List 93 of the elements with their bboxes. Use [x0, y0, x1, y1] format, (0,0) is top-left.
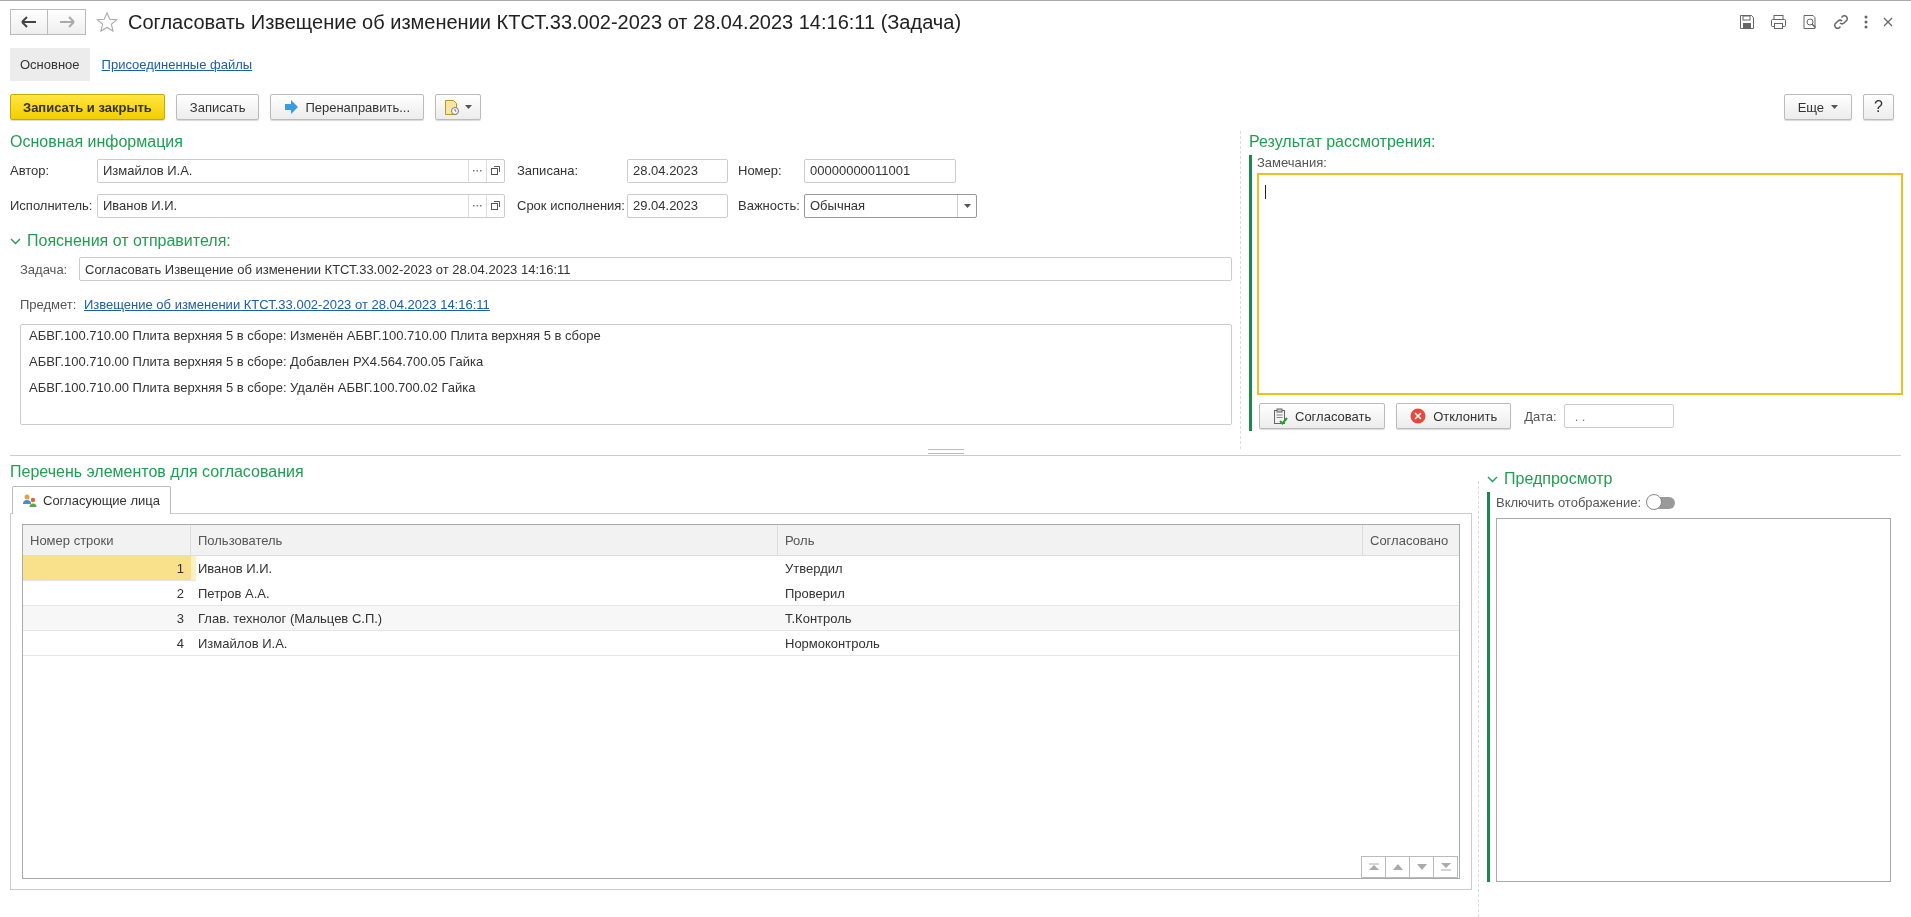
dropdown-field[interactable]: Обычная: [804, 193, 977, 218]
caret-icon: [465, 105, 473, 109]
toggle-switch[interactable]: [1647, 497, 1676, 509]
table-row[interactable]: 3 Глав. технолог (Мальцев С.П.) Т.Контроль: [23, 606, 1459, 631]
field-label: Замечания:: [1257, 155, 1328, 171]
star-icon[interactable]: [96, 11, 118, 33]
field-label: Задача:: [20, 261, 69, 277]
right-arrow-icon: [58, 16, 75, 28]
note-line: АБВГ.100.710.00 Плита верхняя 5 в сборе: Изменён АБВГ.100.710.00 Плита верхняя 5 в сборе: [29, 328, 602, 345]
form-tab[interactable]: Основное: [10, 47, 90, 81]
people-icon: [23, 494, 37, 507]
document-gear-icon: [444, 98, 461, 116]
number-field[interactable]: 00000000011001: [804, 158, 956, 183]
link-icon[interactable]: [1833, 14, 1849, 30]
section-title: Пояснения от отправителя:: [27, 232, 231, 250]
table-cell-text: 3: [175, 609, 185, 628]
clipboard-check-icon: [1273, 407, 1288, 425]
triangle-up-icon: [1392, 864, 1403, 870]
more-button[interactable]: Еще: [1783, 94, 1853, 120]
save-and-close-button[interactable]: Записать и закрыть: [10, 94, 165, 120]
column-header[interactable]: Роль: [778, 525, 1363, 555]
task-field[interactable]: Согласовать Извещение об изменении КТСТ.33.002-2023 от 28.04.2023 14:16:11: [79, 257, 1232, 281]
reject-button[interactable]: Отклонить: [1396, 403, 1512, 429]
field-label: Срок исполнения:: [517, 198, 626, 213]
field-label: Номер:: [738, 163, 783, 178]
field-label: Дата:: [1524, 408, 1557, 424]
document-menu-button[interactable]: [435, 94, 482, 120]
column-header[interactable]: Номер строки: [23, 525, 191, 555]
subject-link[interactable]: Извещение об изменении КТСТ.33.002-2023 от 28.04.2023 14:16:11: [84, 296, 490, 312]
table-cell-text: Петров А.А.: [197, 584, 271, 603]
date-field[interactable]: . .: [1563, 404, 1674, 428]
date-field[interactable]: 28.04.2023: [627, 158, 728, 183]
table-cell-text: Т.Контроль: [784, 609, 853, 628]
triangle-down-bar-icon: [1440, 863, 1451, 871]
down-button[interactable]: [1409, 856, 1433, 878]
triangle-down-icon: [1416, 864, 1427, 870]
last-row-button[interactable]: [1433, 856, 1458, 878]
table-cell-text: Глав. технолог (Мальцев С.П.): [197, 609, 384, 628]
notes-text-area[interactable]: [20, 324, 1232, 425]
open-window-icon: [491, 166, 500, 175]
redirect-button[interactable]: Перенаправить...: [270, 94, 425, 120]
table-row[interactable]: 4 Измайлов И.А. Нормоконтроль: [23, 631, 1459, 656]
dots-icon: [473, 204, 482, 207]
print-icon[interactable]: [1770, 14, 1787, 30]
table-cell-text: Нормоконтроль: [784, 634, 881, 653]
save-button[interactable]: Записать: [175, 94, 260, 120]
field-label: Исполнитель:: [10, 198, 94, 213]
more-icon[interactable]: [1864, 15, 1868, 29]
dots-icon: [473, 169, 482, 172]
text-cursor: [1265, 185, 1266, 199]
section-title: Предпросмотр: [1504, 470, 1613, 488]
date-field[interactable]: 29.04.2023: [627, 193, 728, 218]
reference-field[interactable]: Иванов И.И.: [97, 193, 505, 218]
back-button[interactable]: [10, 9, 48, 35]
first-row-button[interactable]: [1361, 856, 1385, 878]
preview-icon[interactable]: [1802, 14, 1818, 30]
approve-button[interactable]: Согласовать: [1259, 403, 1386, 429]
note-line: АБВГ.100.710.00 Плита верхняя 5 в сборе: Добавлен РХ4.564.700.05 Гайка: [29, 354, 485, 371]
form-tab[interactable]: Присоединенные файлы: [101, 47, 253, 81]
section-title: Перечень элементов для согласования: [10, 462, 305, 482]
up-button[interactable]: [1385, 856, 1409, 878]
help-button[interactable]: ?: [1863, 94, 1894, 120]
table-cell-text: 2: [175, 584, 185, 603]
window-title: Согласовать Извещение об изменении КТСТ.33.002-2023 от 28.04.2023 14:16:11 (Задача): [128, 10, 963, 34]
note-line: АБВГ.100.710.00 Плита верхняя 5 в сборе: Удалён АБВГ.100.700.02 Гайка: [29, 380, 477, 397]
save-icon[interactable]: [1739, 14, 1755, 30]
chevron-icon[interactable]: [10, 237, 21, 245]
table-cell-text: Измайлов И.А.: [197, 634, 289, 653]
triangle-up-bar-icon: [1368, 863, 1379, 871]
table-cell: 1: [23, 556, 191, 580]
section-title: Основная информация: [10, 132, 184, 152]
close-icon[interactable]: [1883, 17, 1893, 27]
caret-icon: [963, 203, 971, 208]
table-cell-text: 4: [175, 634, 185, 653]
table-cell-text: Проверил: [784, 584, 846, 603]
chevron-icon[interactable]: [1487, 475, 1498, 483]
caret-icon: [1831, 105, 1839, 109]
reference-field[interactable]: Измайлов И.А.: [97, 158, 505, 183]
open-window-icon: [491, 201, 500, 210]
section-title: Результат рассмотрения:: [1249, 132, 1437, 152]
field-label: Автор:: [10, 163, 51, 178]
column-header[interactable]: Согласовано: [1363, 525, 1459, 555]
table-cell-text: Утвердил: [784, 559, 844, 578]
field-label: Важность:: [738, 198, 801, 213]
toggle-label: Включить отображение:: [1496, 495, 1642, 511]
left-arrow-icon: [21, 16, 37, 28]
table-tab[interactable]: Согласующие лица: [12, 486, 171, 514]
field-label: Записана:: [517, 163, 580, 178]
cross-circle-icon: [1410, 408, 1427, 424]
field-label: Предмет:: [20, 296, 78, 312]
column-header[interactable]: Пользователь: [191, 525, 778, 555]
right-arrow-icon: [284, 100, 299, 114]
table-cell-text: Иванов И.И.: [197, 559, 274, 578]
